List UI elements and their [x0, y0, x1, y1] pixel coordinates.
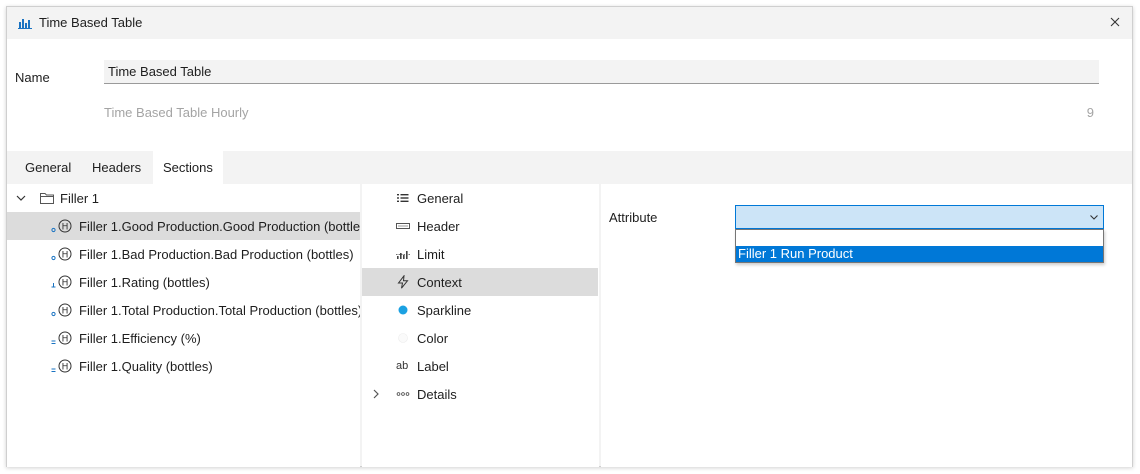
attribute-dropdown-list: Filler 1 Run Product [735, 229, 1104, 263]
subtitle-text: Time Based Table Hourly [104, 105, 249, 120]
color-icon [398, 333, 408, 343]
history-tag-icon: H [51, 219, 72, 233]
tree-root-filler-1[interactable]: Filler 1 [7, 184, 360, 212]
section-header[interactable]: Header [362, 212, 598, 240]
list-icon [397, 194, 409, 202]
tree-item[interactable]: H Filler 1.Total Production.Total Produc… [7, 296, 360, 324]
history-tag-icon: H [51, 359, 72, 373]
tree-item[interactable]: H Filler 1.Efficiency (%) [7, 324, 360, 352]
dialog-window: Time Based Table Name Time Based Table H… [6, 6, 1133, 467]
history-tag-icon: H [51, 275, 72, 289]
dot-icon [398, 305, 408, 315]
section-details[interactable]: Details [362, 380, 598, 408]
section-general[interactable]: General [362, 184, 598, 212]
section-label[interactable]: ab Label [362, 352, 598, 380]
history-tag-icon: H [51, 331, 72, 345]
sections-panel: General Header Limit Context Sparkline C… [362, 184, 599, 467]
window-title: Time Based Table [39, 15, 143, 30]
tab-headers[interactable]: Headers [82, 151, 151, 184]
tree-item[interactable]: H Filler 1.Bad Production.Bad Production… [7, 240, 360, 268]
section-sparkline[interactable]: Sparkline [362, 296, 598, 324]
attribute-select[interactable] [735, 205, 1104, 229]
chevron-right-icon[interactable] [372, 389, 380, 399]
svg-text:H: H [62, 251, 69, 261]
folder-icon [40, 193, 54, 204]
section-color[interactable]: Color [362, 324, 598, 352]
lightning-icon [397, 275, 409, 289]
svg-text:H: H [62, 279, 69, 289]
dots-icon [396, 392, 410, 396]
svg-text:H: H [62, 223, 69, 233]
close-icon[interactable] [1108, 15, 1122, 29]
bar-chart-icon [18, 19, 32, 29]
section-context[interactable]: Context [362, 268, 598, 296]
history-tag-icon: H [51, 303, 72, 317]
dropdown-option-filler-1-run-product[interactable]: Filler 1 Run Product [736, 246, 1103, 262]
name-input[interactable] [104, 60, 1099, 84]
svg-text:H: H [62, 363, 69, 373]
limit-icon [396, 251, 410, 259]
svg-text:H: H [62, 335, 69, 345]
section-limit[interactable]: Limit [362, 240, 598, 268]
name-label: Name [15, 70, 50, 85]
properties-area: Name Time Based Table Hourly 9 [7, 39, 1132, 151]
chevron-down-icon[interactable] [16, 194, 26, 202]
tree-item[interactable]: H Filler 1.Rating (bottles) [7, 268, 360, 296]
attribute-label: Attribute [609, 210, 658, 225]
attribute-panel: Attribute Filler 1 Run Product [601, 184, 1132, 467]
header-icon [396, 223, 410, 229]
tab-sections[interactable]: Sections [153, 151, 223, 184]
tree-item[interactable]: H Filler 1.Quality (bottles) [7, 352, 360, 380]
item-count: 9 [1086, 105, 1094, 120]
history-tag-icon: H [51, 247, 72, 261]
tree-item[interactable]: H Filler 1.Good Production.Good Producti… [7, 212, 360, 240]
label-icon: ab [396, 360, 409, 372]
tab-bar: General Headers Sections [7, 151, 1132, 184]
tree-panel: Filler 1 H Filler 1.Good Production.Good… [7, 184, 360, 467]
tab-general[interactable]: General [15, 151, 81, 184]
svg-text:H: H [62, 307, 69, 317]
chevron-down-icon[interactable] [1089, 212, 1099, 222]
title-bar: Time Based Table [7, 7, 1132, 39]
dropdown-option-empty[interactable] [736, 230, 1103, 246]
